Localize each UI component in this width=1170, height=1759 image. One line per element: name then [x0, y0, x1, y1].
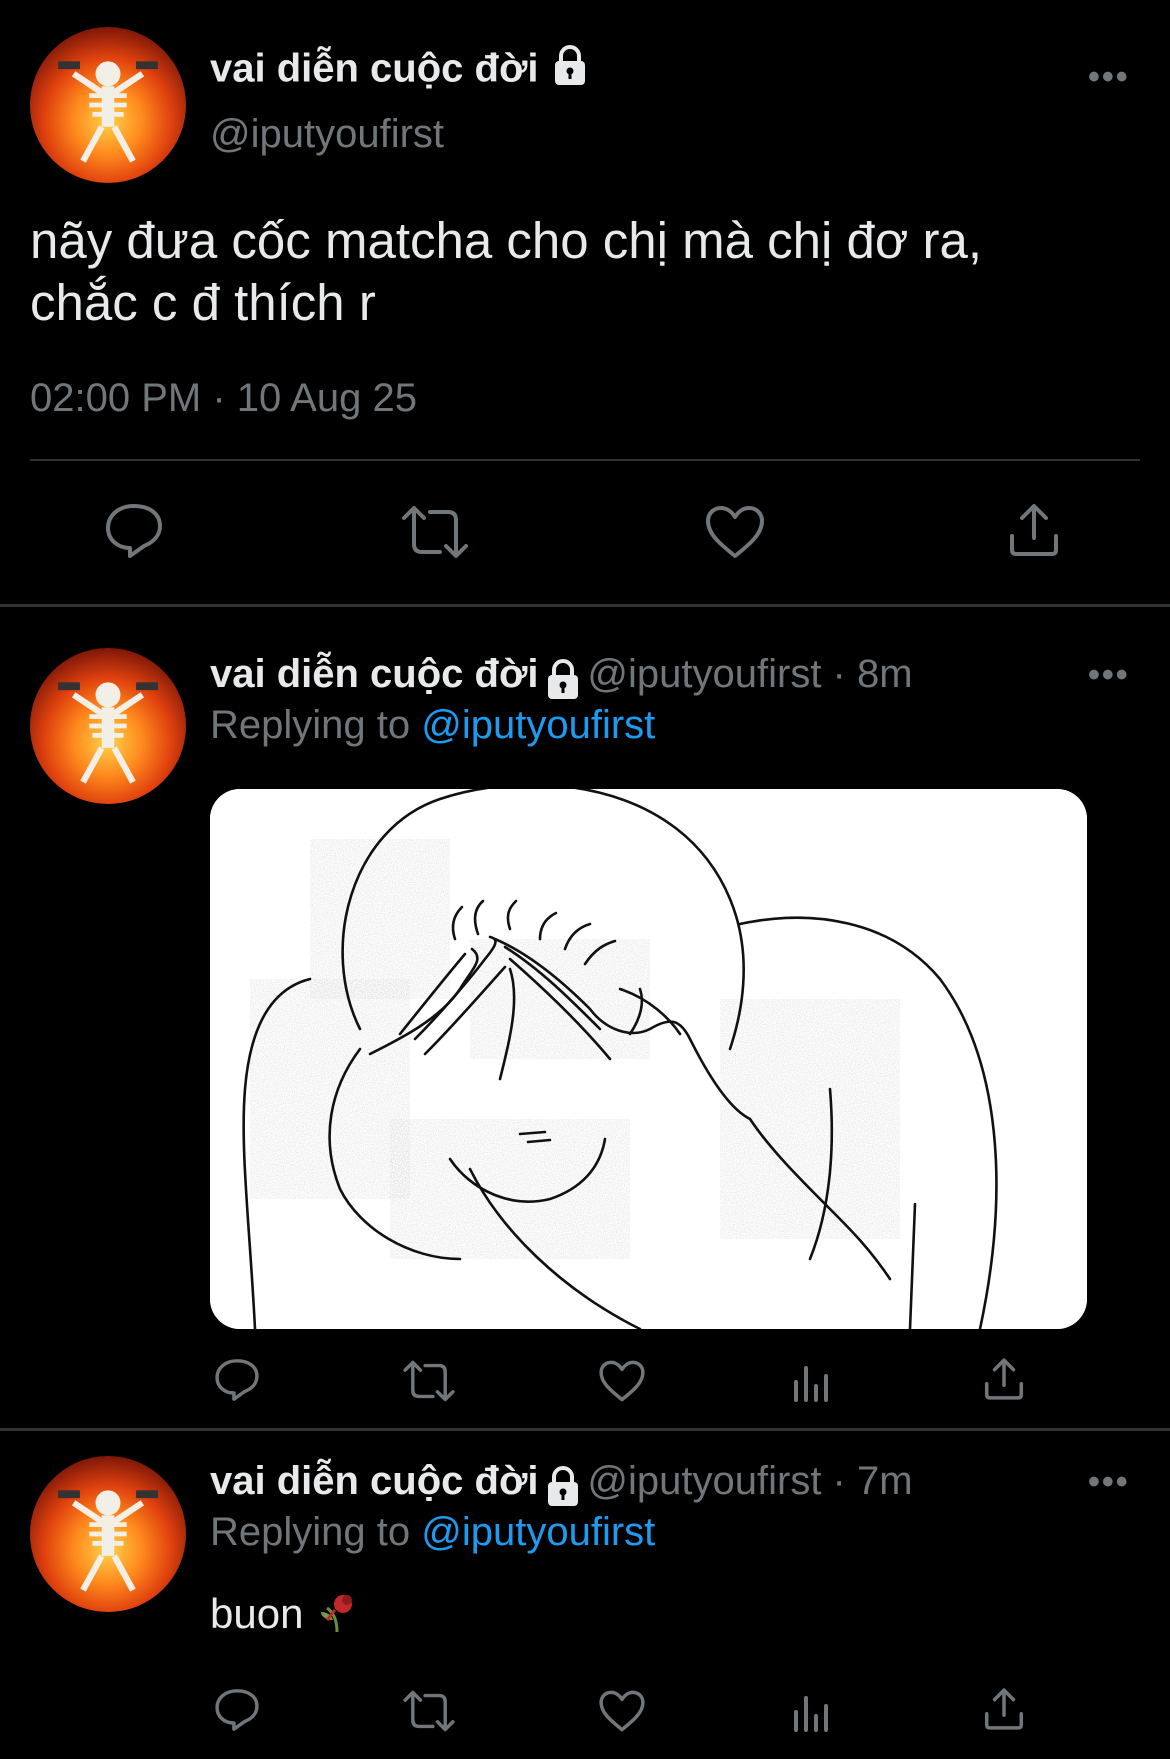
- tweet-text: nãy đưa cốc matcha cho chị mà chị đơ ra,…: [30, 210, 1140, 334]
- replying-to-link[interactable]: @iputyoufirst: [421, 703, 655, 747]
- analytics-icon[interactable]: [792, 1360, 834, 1402]
- replying-to-label: Replying to: [210, 1510, 422, 1554]
- skeleton-avatar-icon: [58, 682, 158, 784]
- tweet-media[interactable]: [210, 789, 1087, 1329]
- replying-to-label: Replying to: [210, 703, 422, 747]
- handle[interactable]: @iputyoufirst: [210, 112, 444, 157]
- section-divider: [0, 1428, 1170, 1431]
- tweet-text-content: buon: [210, 1590, 304, 1638]
- skeleton-avatar-icon: [58, 61, 158, 163]
- skeleton-avatar-icon: [58, 1490, 158, 1592]
- retweet-icon[interactable]: [402, 1689, 456, 1733]
- more-options-button[interactable]: •••: [1088, 1463, 1130, 1502]
- timestamp[interactable]: 02:00 PM · 10 Aug 25: [30, 376, 417, 421]
- lock-icon: [543, 658, 583, 707]
- like-icon[interactable]: [598, 1359, 646, 1403]
- tweet-text-line-2: chắc c đ thích r: [30, 274, 376, 331]
- tweet-text-line-1: nãy đưa cốc matcha cho chị mà chị đơ ra,: [30, 212, 983, 269]
- display-name[interactable]: vai diễn cuộc đời: [210, 652, 539, 696]
- reply-icon[interactable]: [104, 502, 164, 560]
- tweet-text: buon: [210, 1590, 359, 1644]
- handle-time[interactable]: @iputyoufirst · 7m: [587, 1459, 912, 1503]
- reply-icon[interactable]: [214, 1687, 260, 1733]
- share-icon[interactable]: [982, 1687, 1026, 1731]
- section-divider: [0, 604, 1170, 607]
- share-icon[interactable]: [982, 1357, 1026, 1401]
- avatar[interactable]: [30, 1456, 186, 1612]
- lock-icon: [543, 1465, 583, 1514]
- share-icon[interactable]: [1006, 502, 1062, 558]
- divider: [30, 459, 1140, 461]
- replying-to: Replying to @iputyoufirst: [210, 703, 655, 748]
- display-name[interactable]: vai diễn cuộc đời: [210, 1459, 539, 1503]
- crying-wojak-illustration: [210, 789, 1087, 1329]
- like-icon[interactable]: [598, 1689, 646, 1733]
- avatar[interactable]: [30, 27, 186, 183]
- analytics-icon[interactable]: [792, 1690, 834, 1732]
- replying-to-link[interactable]: @iputyoufirst: [421, 1510, 655, 1554]
- lock-icon: [550, 44, 590, 98]
- reply-header: vai diễn cuộc đời @iputyoufirst · 7m: [210, 1459, 913, 1514]
- handle-time[interactable]: @iputyoufirst · 8m: [587, 652, 912, 696]
- more-options-button[interactable]: •••: [1088, 656, 1130, 695]
- replying-to: Replying to @iputyoufirst: [210, 1510, 655, 1555]
- reply-icon[interactable]: [214, 1357, 260, 1403]
- display-name-text: vai diễn cuộc đời: [210, 46, 539, 91]
- reply-header: vai diễn cuộc đời @iputyoufirst · 8m: [210, 652, 913, 707]
- avatar[interactable]: [30, 648, 186, 804]
- wilted-flower-icon: [315, 1590, 359, 1644]
- more-options-button[interactable]: •••: [1088, 58, 1130, 97]
- retweet-icon[interactable]: [400, 504, 470, 560]
- display-name[interactable]: vai diễn cuộc đời: [210, 44, 590, 98]
- like-icon[interactable]: [704, 504, 766, 560]
- retweet-icon[interactable]: [402, 1359, 456, 1403]
